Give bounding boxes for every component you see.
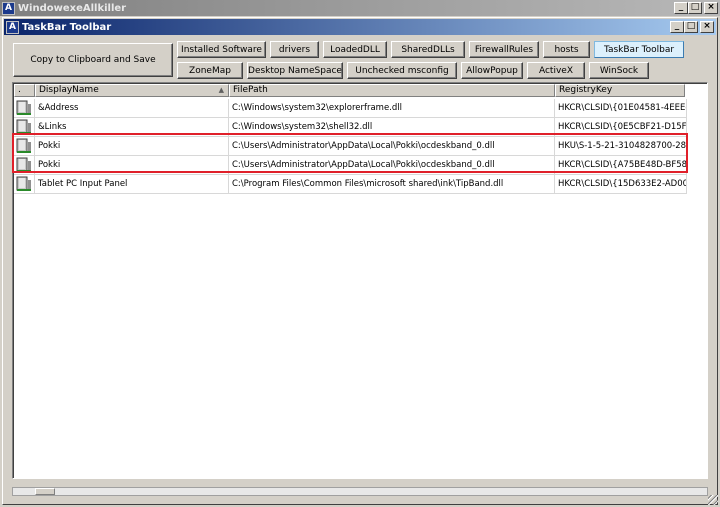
display-name-cell: &Links (35, 118, 229, 137)
column-header-label: DisplayName (39, 85, 99, 95)
column-header-icon[interactable]: . (14, 84, 35, 97)
outer-close-button[interactable]: × (704, 2, 718, 14)
column-header-file-path[interactable]: FilePath (229, 84, 555, 97)
registry-key-cell: HKCR\CLSID\{01E04581-4EEE-1... (555, 99, 687, 118)
copy-to-clipboard-button[interactable]: Copy to Clipboard and Save (13, 43, 173, 77)
inner-app-icon: A (6, 20, 19, 34)
inner-minimize-button[interactable]: _ (670, 21, 684, 33)
horizontal-scrollbar[interactable] (12, 487, 708, 496)
display-name-cell: &Address (35, 99, 229, 118)
outer-maximize-button[interactable]: □ (688, 2, 702, 14)
results-list-view[interactable]: . DisplayName ▲ FilePath RegistryKey &Ad… (12, 82, 708, 479)
tab-loaded-dll[interactable]: LoadedDLL (323, 41, 387, 58)
tab-unchecked-msconfig[interactable]: Unchecked msconfig (347, 62, 457, 79)
registry-key-cell: HKCR\CLSID\{A75BE48D-BF58-4... (555, 156, 687, 175)
toolbar-item-icon (16, 138, 31, 153)
display-name-cell: Pokki (35, 137, 229, 156)
file-path-cell: C:\Users\Administrator\AppData\Local\Pok… (229, 156, 555, 175)
table-row[interactable]: &Address C:\Windows\system32\explorerfra… (14, 99, 687, 118)
inner-maximize-button[interactable]: □ (684, 21, 698, 33)
toolbar-item-icon (16, 157, 31, 172)
display-name-cell: Tablet PC Input Panel (35, 175, 229, 194)
tab-zonemap[interactable]: ZoneMap (177, 62, 243, 79)
outer-minimize-button[interactable]: _ (674, 2, 688, 14)
row-icon-cell (14, 175, 35, 194)
registry-key-cell: HKU\S-1-5-21-3104828700-28104... (555, 137, 687, 156)
table-row[interactable]: Pokki C:\Users\Administrator\AppData\Loc… (14, 156, 687, 175)
registry-key-cell: HKCR\CLSID\{15D633E2-AD00-4... (555, 175, 687, 194)
inner-title-bar: A TaskBar Toolbar _ □ × (4, 19, 716, 35)
tab-winsock[interactable]: WinSock (589, 62, 649, 79)
file-path-cell: C:\Windows\system32\explorerframe.dll (229, 99, 555, 118)
row-icon-cell (14, 156, 35, 175)
tab-shared-dlls[interactable]: SharedDLLs (391, 41, 465, 58)
toolbar-item-icon (16, 176, 31, 191)
column-header-registry-key[interactable]: RegistryKey (555, 84, 685, 97)
toolbar-item-icon (16, 119, 31, 134)
outer-title-bar: A WindowexeAllkiller _ □ × (0, 0, 720, 16)
row-icon-cell (14, 99, 35, 118)
tab-desktop-namespace[interactable]: Desktop NameSpace (247, 62, 343, 79)
sort-ascending-icon: ▲ (218, 86, 224, 94)
scrollbar-thumb[interactable] (35, 488, 55, 495)
row-icon-cell (14, 137, 35, 156)
table-row[interactable]: Tablet PC Input Panel C:\Program Files\C… (14, 175, 687, 194)
tab-taskbar-toolbar[interactable]: TaskBar Toolbar (594, 41, 684, 58)
file-path-cell: C:\Users\Administrator\AppData\Local\Pok… (229, 137, 555, 156)
registry-key-cell: HKCR\CLSID\{0E5CBF21-D15F-1... (555, 118, 687, 137)
resize-grip-icon[interactable] (708, 495, 718, 505)
file-path-cell: C:\Program Files\Common Files\microsoft … (229, 175, 555, 194)
file-path-cell: C:\Windows\system32\shell32.dll (229, 118, 555, 137)
row-icon-cell (14, 118, 35, 137)
inner-window-title: TaskBar Toolbar (22, 21, 112, 33)
inner-close-button[interactable]: × (700, 21, 714, 33)
table-row[interactable]: &Links C:\Windows\system32\shell32.dll H… (14, 118, 687, 137)
tab-hosts[interactable]: hosts (543, 41, 590, 58)
tab-installed-software[interactable]: Installed Software (177, 41, 266, 58)
tab-firewall-rules[interactable]: FirewallRules (469, 41, 539, 58)
column-header-display-name[interactable]: DisplayName ▲ (35, 84, 229, 97)
tab-drivers[interactable]: drivers (270, 41, 319, 58)
outer-window-title: WindowexeAllkiller (18, 2, 127, 14)
toolbar-item-icon (16, 100, 31, 115)
display-name-cell: Pokki (35, 156, 229, 175)
tab-allow-popup[interactable]: AllowPopup (461, 62, 523, 79)
app-icon: A (2, 1, 15, 15)
table-row[interactable]: Pokki C:\Users\Administrator\AppData\Loc… (14, 137, 687, 156)
tab-activex[interactable]: ActiveX (527, 62, 585, 79)
